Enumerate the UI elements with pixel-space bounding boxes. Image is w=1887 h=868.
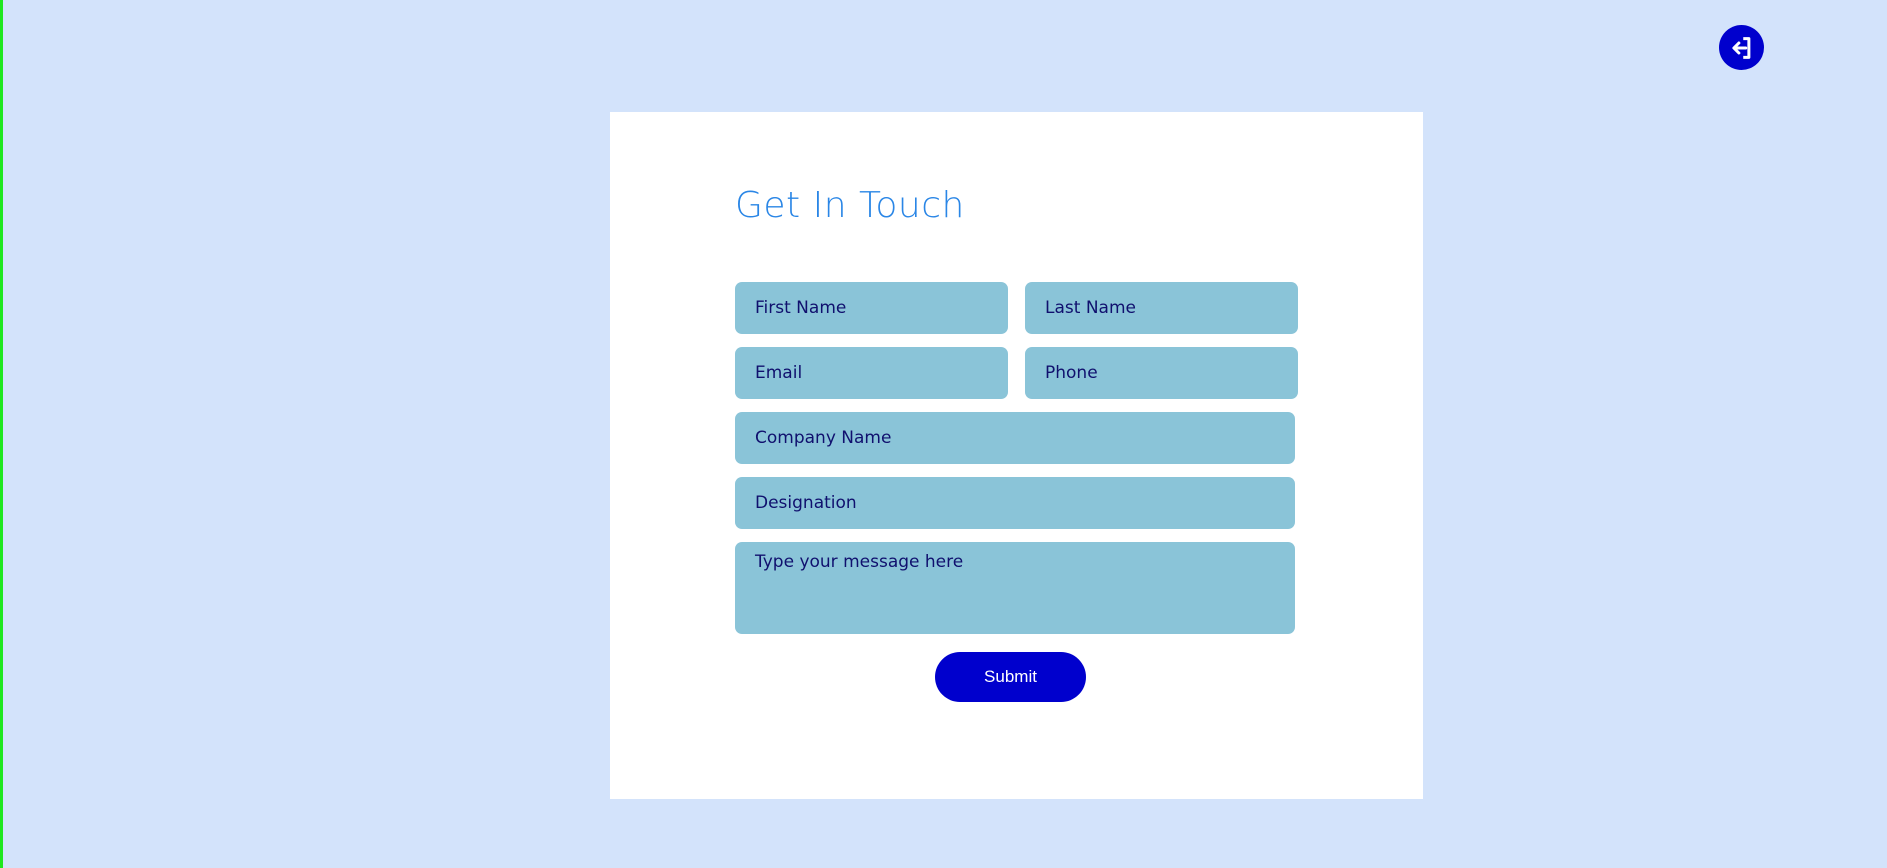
- email-input[interactable]: [735, 347, 1008, 399]
- logout-icon: [1731, 36, 1750, 59]
- last-name-input[interactable]: [1025, 282, 1298, 334]
- submit-button[interactable]: Submit: [935, 652, 1086, 702]
- designation-input[interactable]: [735, 477, 1295, 529]
- phone-input[interactable]: [1025, 347, 1298, 399]
- message-textarea[interactable]: [735, 542, 1295, 634]
- logout-button[interactable]: [1719, 25, 1764, 70]
- first-name-input[interactable]: [735, 282, 1008, 334]
- contact-card: Get In Touch Submit: [610, 112, 1423, 799]
- company-name-input[interactable]: [735, 412, 1295, 464]
- form-title: Get In Touch: [735, 185, 965, 226]
- left-edge-border: [0, 0, 3, 868]
